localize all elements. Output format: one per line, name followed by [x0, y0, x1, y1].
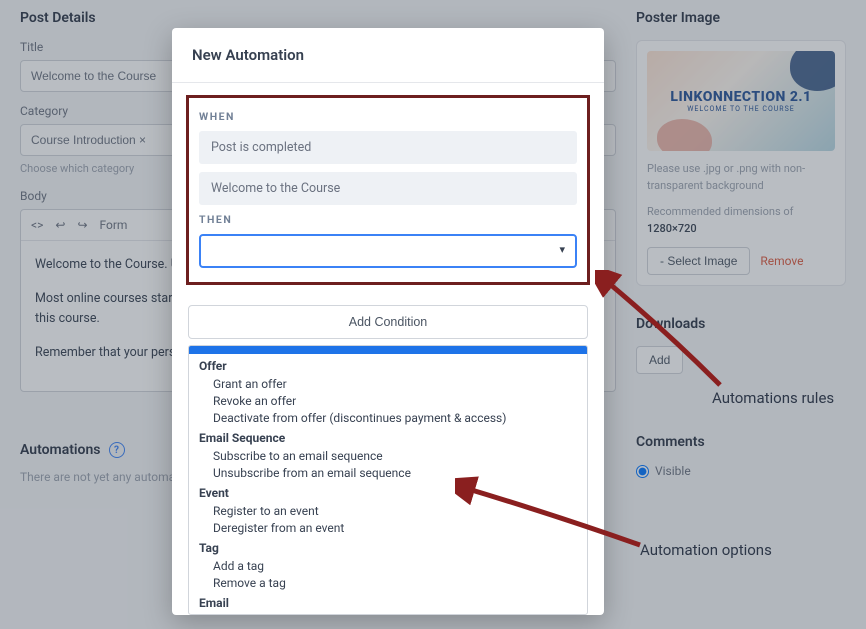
dropdown-option[interactable]: Add a tag: [199, 557, 577, 574]
dropdown-option[interactable]: Grant an offer: [199, 375, 577, 392]
action-dropdown-list: OfferGrant an offerRevoke an offerDeacti…: [188, 345, 588, 615]
dropdown-highlight-bar: [189, 346, 587, 354]
modal-title: New Automation: [192, 46, 584, 64]
annotation-label-options: Automation options: [640, 540, 772, 560]
dropdown-option[interactable]: Remove a tag: [199, 574, 577, 591]
dropdown-option[interactable]: Subscribe to an email sequence: [199, 447, 577, 464]
poster-subtitle: WELCOME TO THE COURSE: [687, 105, 795, 113]
dropdown-group-title: Email: [199, 594, 577, 612]
when-trigger-field[interactable]: Post is completed: [199, 131, 577, 164]
annotation-label-rules: Automations rules: [712, 388, 834, 408]
when-label: WHEN: [199, 110, 577, 123]
dropdown-option[interactable]: Revoke an offer: [199, 392, 577, 409]
when-target-field[interactable]: Welcome to the Course: [199, 172, 577, 205]
dropdown-group-title: Tag: [199, 539, 577, 557]
poster-logo-text: LINKONNECTION 2.1: [670, 89, 811, 105]
dropdown-option[interactable]: Deregister from an event: [199, 519, 577, 536]
dropdown-group-title: Email Sequence: [199, 429, 577, 447]
dropdown-group-title: Event: [199, 484, 577, 502]
dropdown-option[interactable]: Register to an event: [199, 502, 577, 519]
dropdown-group-title: Offer: [199, 357, 577, 375]
automation-rules-box: WHEN Post is completed Welcome to the Co…: [186, 95, 590, 285]
dropdown-option[interactable]: Send an email: [199, 612, 577, 615]
dropdown-option[interactable]: Unsubscribe from an email sequence: [199, 464, 577, 481]
add-condition-button[interactable]: Add Condition: [188, 305, 588, 339]
then-label: THEN: [199, 213, 577, 226]
then-action-select[interactable]: [199, 234, 577, 268]
dropdown-option[interactable]: Deactivate from offer (discontinues paym…: [199, 409, 577, 426]
new-automation-modal: New Automation WHEN Post is completed We…: [172, 28, 604, 615]
